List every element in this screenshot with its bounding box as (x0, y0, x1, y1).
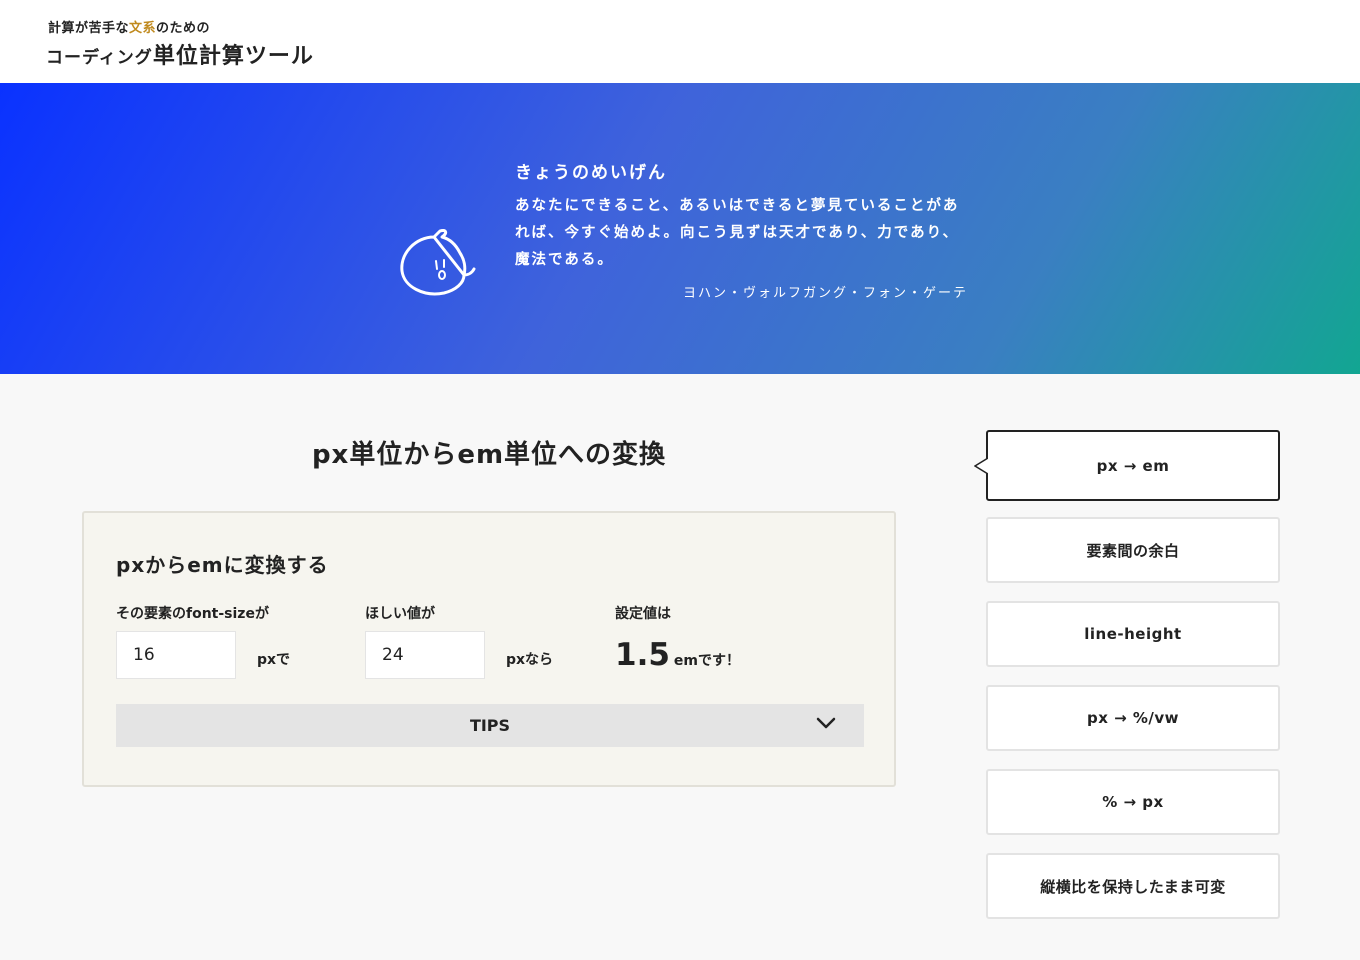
nav-item-label: px → em (1096, 456, 1170, 475)
font-size-label: その要素のfont-sizeが (116, 606, 269, 622)
quote-author: ヨハン・ヴォルフガング・フォン・ゲーテ (683, 286, 969, 301)
target-value-label: ほしい値が (365, 606, 435, 622)
nav-item-line-height[interactable]: line-height (986, 601, 1280, 667)
target-value-unit: pxなら (506, 652, 554, 668)
converter-card: pxからemに変換する その要素のfont-sizeが pxで ほしい値が px… (82, 511, 896, 787)
result-suffix: emです！ (673, 653, 741, 669)
nav-item-aspect-ratio[interactable]: 縦横比を保持したまま可変 (986, 853, 1280, 919)
nav-item-px-to-percent-vw[interactable]: px → %/vw (986, 685, 1280, 751)
result-value: 1.5 (615, 637, 670, 673)
nav-item-label: 要素間の余白 (1086, 541, 1180, 560)
mascot-face-icon (400, 229, 476, 296)
nav-item-label: % → px (1102, 793, 1164, 811)
tagline-pre: 計算が苦手な (48, 21, 130, 36)
chevron-down-icon (816, 717, 836, 729)
result-display: 1.5 emです！ (615, 637, 740, 673)
nav-item-margin[interactable]: 要素間の余白 (986, 517, 1280, 583)
card-title: pxからemに変換する (116, 553, 329, 577)
quote-title: きょうのめいげん (515, 163, 667, 183)
tips-label: TIPS (469, 716, 511, 735)
tagline-accent: 文系 (129, 21, 157, 36)
nav-item-label: line-height (1084, 625, 1182, 643)
site-tagline: 計算が苦手な文系のための (48, 17, 210, 36)
active-pointer-icon (974, 458, 988, 474)
font-size-input[interactable] (116, 631, 236, 679)
target-value-input[interactable] (365, 631, 485, 679)
site-title-small: コーディング (46, 48, 153, 68)
quote-text: あなたにできること、あるいはできると夢見ていることがあれば、今すぐ始めよ。向こう… (515, 198, 960, 268)
nav-item-percent-to-px[interactable]: % → px (986, 769, 1280, 835)
site-title-main: 単位計算ツール (152, 44, 314, 69)
font-size-unit: pxで (257, 652, 291, 668)
nav-item-px-to-em[interactable]: px → em (974, 430, 1280, 501)
nav-item-label: 縦横比を保持したまま可変 (1040, 877, 1226, 896)
quote-hero: きょうのめいげん あなたにできること、あるいはできると夢見ていることがあれば、今… (0, 83, 1360, 374)
site-header: 計算が苦手な文系のための コーディング単位計算ツール (0, 0, 1360, 83)
tagline-post: のための (156, 21, 211, 36)
tips-accordion[interactable]: TIPS (116, 704, 864, 747)
site-title[interactable]: コーディング単位計算ツール (46, 38, 314, 70)
page-title: px単位からem単位への変換 (311, 440, 667, 470)
nav-item-label: px → %/vw (1086, 709, 1180, 727)
result-label: 設定値は (615, 606, 671, 622)
